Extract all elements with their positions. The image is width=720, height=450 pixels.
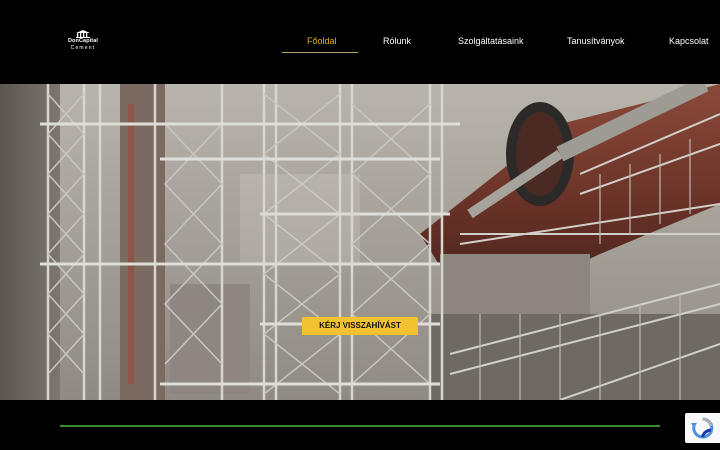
nav-item-fooldal[interactable]: Főoldal — [307, 36, 337, 46]
nav-active-underline — [282, 52, 358, 53]
nav-item-rolunk[interactable]: Rólunk — [383, 36, 411, 46]
nav-item-kapcsolat[interactable]: Kapcsolat — [669, 36, 709, 46]
callback-request-button[interactable]: KÉRJ VISSZAHÍVÁST — [302, 317, 418, 335]
hero-banner: KÉRJ VISSZAHÍVÁST — [0, 84, 720, 400]
recaptcha-badge[interactable] — [685, 413, 720, 443]
nav-item-szolgaltatasaink[interactable]: Szolgáltatásaink — [458, 36, 524, 46]
site-header: DonCapital Cement Főoldal Rólunk Szolgál… — [0, 0, 720, 84]
footer-divider-line — [60, 425, 660, 427]
cement-plant-illustration — [0, 84, 720, 400]
main-nav: Főoldal Rólunk Szolgáltatásaink Tanusítv… — [0, 0, 720, 84]
nav-item-tanusitvanyok[interactable]: Tanusítványok — [567, 36, 625, 46]
footer-strip — [0, 400, 720, 450]
recaptcha-icon — [691, 417, 714, 439]
